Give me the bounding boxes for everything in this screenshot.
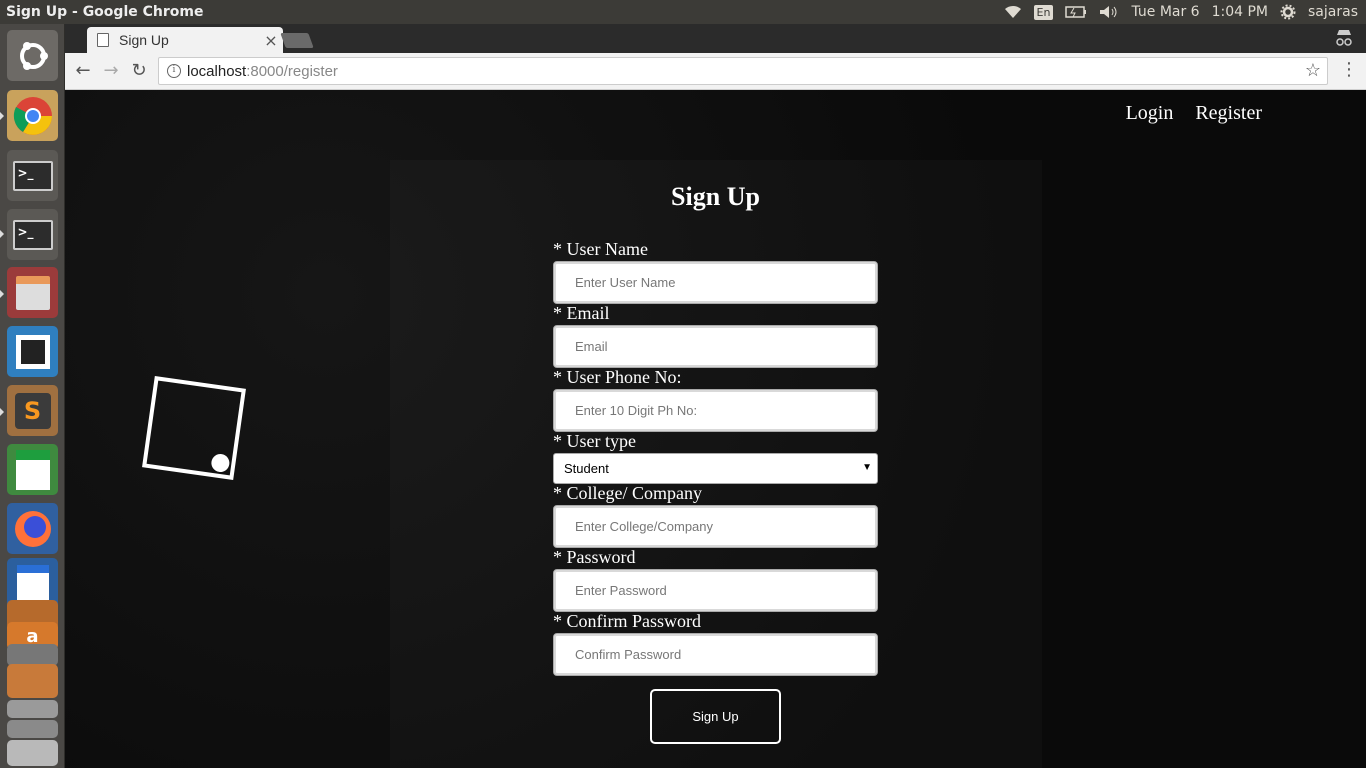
reload-icon[interactable]: ↻ bbox=[129, 61, 149, 81]
page-content: Login Register Sign Up * User Name * Ema… bbox=[65, 90, 1366, 768]
phone-input[interactable] bbox=[553, 389, 878, 432]
running-indicator bbox=[0, 408, 4, 416]
terminal-icon[interactable]: >_ bbox=[7, 150, 58, 201]
running-indicator bbox=[0, 112, 4, 120]
username-label: * User Name bbox=[553, 239, 648, 259]
running-indicator bbox=[0, 230, 4, 238]
keyboard-layout-indicator[interactable]: En bbox=[1033, 4, 1054, 20]
tab-sign-up[interactable]: Sign Up × bbox=[87, 27, 283, 53]
new-tab-button[interactable] bbox=[280, 33, 314, 48]
forward-arrow-icon[interactable]: → bbox=[101, 61, 121, 81]
user-name[interactable]: sajaras bbox=[1308, 4, 1358, 20]
url-host: localhost bbox=[187, 62, 247, 80]
date-label[interactable]: Tue Mar 6 bbox=[1131, 4, 1199, 20]
college-label: * College/ Company bbox=[553, 483, 702, 503]
box-app-icon[interactable] bbox=[7, 326, 58, 377]
profile-icon[interactable] bbox=[1334, 29, 1354, 47]
workspace-icon[interactable] bbox=[7, 720, 58, 738]
spreadsheet-icon[interactable] bbox=[7, 444, 58, 495]
trash-icon[interactable] bbox=[7, 740, 58, 766]
email-input[interactable] bbox=[553, 325, 878, 368]
time-label[interactable]: 1:04 PM bbox=[1212, 4, 1268, 20]
address-bar[interactable]: i localhost :8000/register ☆ bbox=[158, 57, 1328, 85]
password-label: * Password bbox=[553, 547, 636, 567]
running-indicator bbox=[0, 290, 4, 298]
username-input[interactable] bbox=[553, 261, 878, 304]
gear-icon[interactable] bbox=[1280, 4, 1296, 20]
phone-label: * User Phone No: bbox=[553, 367, 682, 387]
menu-icon[interactable]: ⋮ bbox=[1340, 59, 1358, 80]
back-arrow-icon[interactable]: ← bbox=[73, 61, 93, 81]
url-path: :8000/register bbox=[246, 62, 338, 80]
top-nav: Login Register bbox=[1126, 102, 1262, 125]
email-label: * Email bbox=[553, 303, 610, 323]
dropdown-arrow-icon: ▼ bbox=[862, 462, 872, 473]
page-icon bbox=[97, 33, 109, 47]
info-icon[interactable]: i bbox=[167, 64, 181, 78]
sublime-text-icon[interactable]: S bbox=[7, 385, 58, 436]
spinner-dot bbox=[210, 452, 231, 474]
user-type-value: Student bbox=[564, 461, 609, 476]
password-input[interactable] bbox=[553, 569, 878, 612]
chrome-icon[interactable] bbox=[7, 90, 58, 141]
ubuntu-dash-icon[interactable] bbox=[7, 30, 58, 81]
confirm-password-label: * Confirm Password bbox=[553, 611, 701, 631]
star-icon[interactable]: ☆ bbox=[1305, 60, 1321, 81]
os-top-panel: Sign Up - Google Chrome En Tue Mar 6 1:0… bbox=[0, 0, 1366, 24]
text-editor-icon[interactable] bbox=[7, 664, 58, 698]
sign-up-button[interactable]: Sign Up bbox=[650, 689, 781, 744]
battery-icon[interactable] bbox=[1065, 6, 1087, 18]
terminal-icon[interactable]: >_ bbox=[7, 209, 58, 260]
files-icon[interactable] bbox=[7, 267, 58, 318]
indicator-area: En Tue Mar 6 1:04 PM sajaras bbox=[1004, 4, 1366, 20]
user-type-label: * User type bbox=[553, 431, 636, 451]
loading-spinner bbox=[142, 376, 246, 480]
text-editor-icon[interactable] bbox=[7, 644, 58, 666]
login-link[interactable]: Login bbox=[1126, 102, 1174, 125]
browser-tab-bar: Sign Up × bbox=[65, 24, 1366, 53]
firefox-icon[interactable] bbox=[7, 503, 58, 554]
wifi-icon[interactable] bbox=[1004, 5, 1022, 19]
close-icon[interactable]: × bbox=[259, 31, 283, 50]
window-title: Sign Up - Google Chrome bbox=[6, 4, 204, 20]
volume-icon[interactable] bbox=[1099, 5, 1119, 19]
confirm-password-input[interactable] bbox=[553, 633, 878, 676]
college-input[interactable] bbox=[553, 505, 878, 548]
workspace-icon[interactable] bbox=[7, 700, 58, 718]
register-link[interactable]: Register bbox=[1195, 102, 1262, 125]
user-type-select[interactable]: Student ▼ bbox=[553, 453, 878, 484]
browser-toolbar: ← → ↻ i localhost :8000/register ☆ ⋮ bbox=[65, 53, 1366, 90]
unity-launcher: >_ >_ S a bbox=[0, 24, 65, 768]
tab-title: Sign Up bbox=[119, 32, 169, 48]
page-title: Sign Up bbox=[671, 182, 760, 211]
